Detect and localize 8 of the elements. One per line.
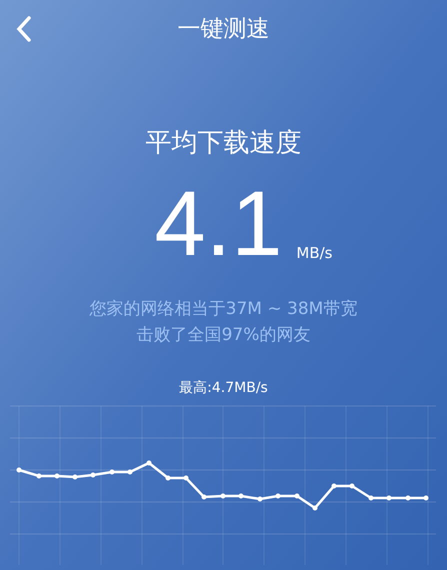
result-label: 平均下载速度 [146,127,302,160]
speed-value: 4.1 [154,178,282,270]
summary-text: 您家的网络相当于37M ~ 38M带宽 [90,298,358,321]
speed-unit: MB/s [296,242,332,264]
peak-speed: 最高:4.7MB/s [179,379,268,398]
summary-text: 击败了全国97%的网友 [136,324,310,347]
back-icon [16,16,32,42]
page-title: 一键测速 [178,14,270,44]
